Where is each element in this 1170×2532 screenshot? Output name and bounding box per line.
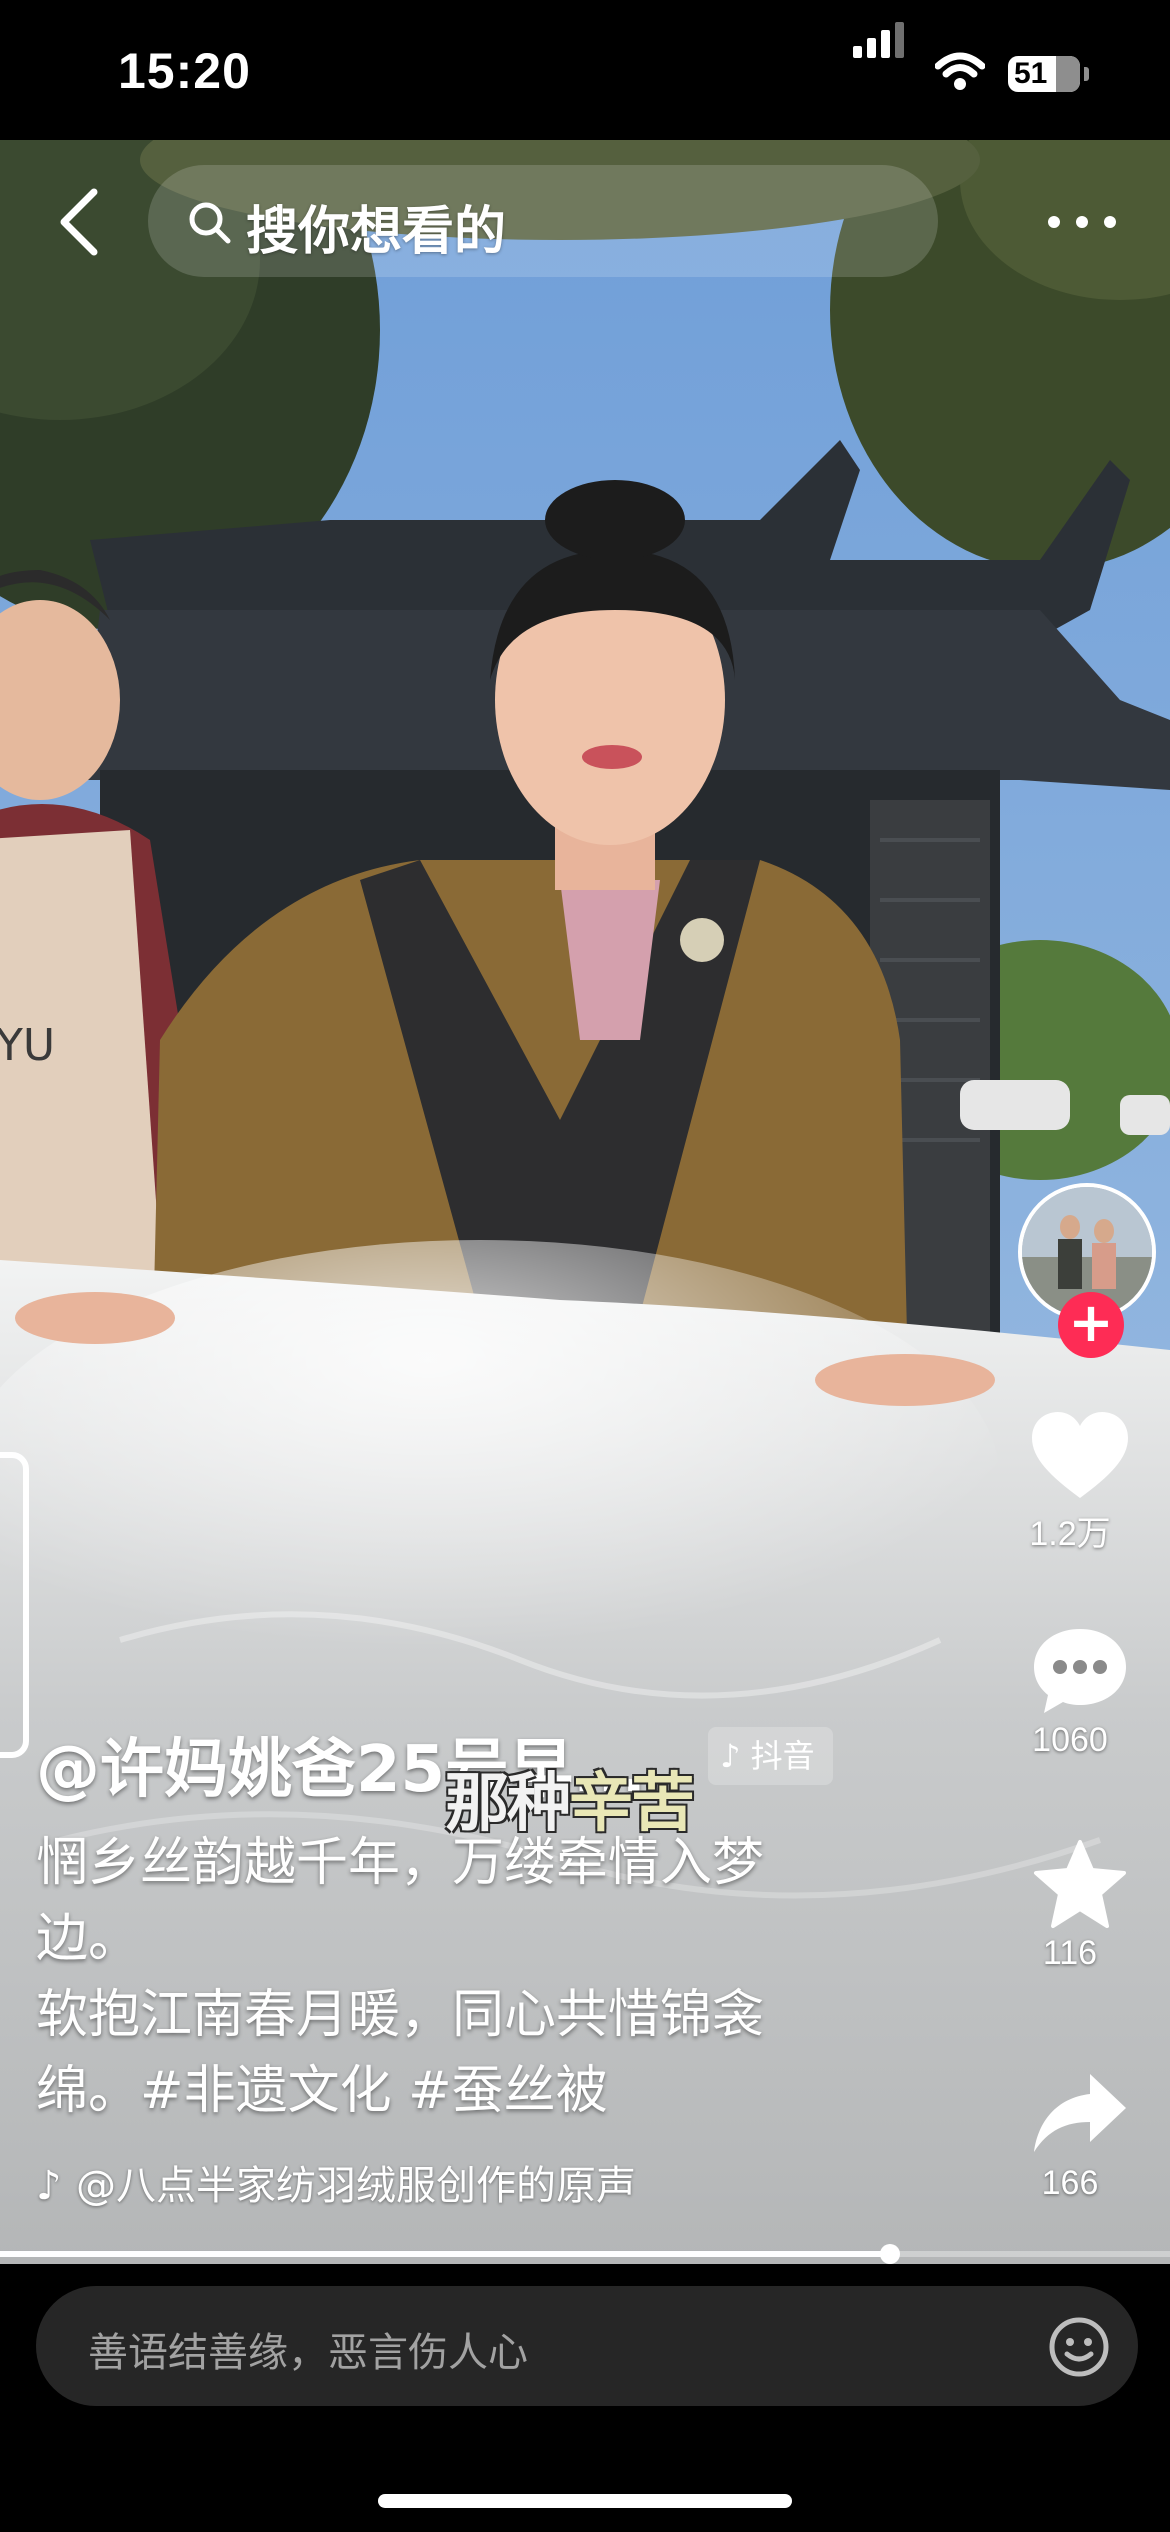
watermark-text: 抖音 bbox=[750, 1737, 815, 1775]
comment-placeholder: 善语结善缘，恶言伤人心 bbox=[88, 2330, 528, 2376]
star-icon bbox=[1034, 1840, 1126, 1928]
bottom-bar: 善语结善缘，恶言伤人心 bbox=[0, 2264, 1170, 2532]
tiktok-logo-icon: ♪ bbox=[720, 1737, 741, 1775]
search-icon bbox=[189, 202, 231, 244]
follow-button[interactable]: + bbox=[1058, 1292, 1124, 1358]
emoji-smile-icon[interactable] bbox=[1048, 2316, 1110, 2378]
video-progress-bar[interactable] bbox=[0, 2244, 1170, 2264]
like-button[interactable]: 1.2万 bbox=[1029, 1410, 1130, 1555]
watermark: ♪ 抖音 bbox=[708, 1727, 833, 1785]
heart-icon bbox=[1032, 1412, 1128, 1498]
comment-button[interactable]: 1060 bbox=[1030, 1625, 1130, 1760]
chevron-left-icon bbox=[60, 188, 98, 256]
music-title: @八点半家纺羽绒服创作的原声 bbox=[76, 2163, 636, 2209]
battery-icon: 51 bbox=[1008, 56, 1080, 92]
caption-line: 边。 bbox=[36, 1909, 141, 1969]
caption-line: 软抱江南春月暖，同心共惜锦衾 bbox=[36, 1985, 765, 2045]
comment-icon bbox=[1034, 1629, 1126, 1713]
subtitle-part1: 那种 bbox=[445, 1766, 571, 1841]
share-button[interactable]: 166 bbox=[1030, 2068, 1130, 2203]
video-caption[interactable]: 惘乡丝韵越千年，万缕牵情入梦 边。 软抱江南春月暖，同心共惜锦衾 绵。#非遗文化… bbox=[36, 1825, 866, 2129]
status-bar: 15:20 51 bbox=[0, 0, 1170, 140]
search-bar[interactable]: 搜你想看的 bbox=[148, 165, 938, 277]
battery-tip bbox=[1084, 67, 1089, 81]
comment-count: 1060 bbox=[1032, 1721, 1108, 1759]
subtitle-part2: 辛苦 bbox=[569, 1766, 695, 1841]
favorite-button[interactable]: 116 bbox=[1030, 1838, 1130, 1973]
favorite-count: 116 bbox=[1042, 1934, 1098, 1972]
search-placeholder: 搜你想看的 bbox=[246, 202, 507, 262]
battery-level: 51 bbox=[1014, 57, 1048, 90]
music-info[interactable]: ♪ @八点半家纺羽绒服创作的原声 bbox=[36, 2156, 636, 2216]
like-count: 1.2万 bbox=[1029, 1515, 1111, 1553]
progress-fill bbox=[0, 2251, 891, 2257]
apron-text: YU bbox=[0, 1020, 56, 1071]
wifi-icon bbox=[934, 52, 986, 96]
share-count: 166 bbox=[1041, 2164, 1099, 2202]
status-time: 15:20 bbox=[118, 43, 251, 99]
share-arrow-icon bbox=[1034, 2074, 1126, 2152]
music-note-icon: ♪ bbox=[36, 2163, 62, 2209]
home-indicator[interactable] bbox=[378, 2494, 792, 2508]
back-button[interactable] bbox=[48, 182, 118, 262]
comment-input[interactable]: 善语结善缘，恶言伤人心 bbox=[36, 2286, 1138, 2406]
more-button[interactable] bbox=[1042, 196, 1122, 246]
caption-line: 绵。#非遗文化 #蚕丝被 bbox=[36, 2061, 608, 2121]
video-subtitle: 那种辛苦 bbox=[445, 1752, 695, 1844]
